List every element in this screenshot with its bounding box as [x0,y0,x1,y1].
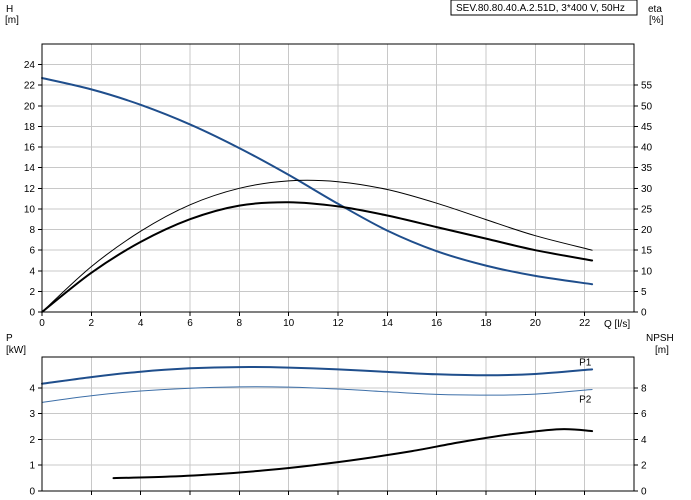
y-right-tick-label: 6 [641,409,647,420]
y-right-tick-label: 20 [641,225,653,236]
y-right-tick-label: 55 [641,81,653,92]
x-tick-label: 2 [89,318,95,329]
y-axis-unit-eta: [%] [649,15,664,26]
y-right-tick-label: 4 [641,435,647,446]
power-legend: P1 P2 [579,357,592,405]
x-tick-label: 18 [480,318,492,329]
x-tick-label: 8 [237,318,243,329]
y-right-tick-label: 15 [641,246,653,257]
head-efficiency-grid [42,44,634,312]
x-tick-label: 4 [138,318,144,329]
x-axis-label-flow: Q [l/s] [604,319,630,330]
x-tick-label: 22 [579,318,591,329]
y-axis-label-npsh: NPSH [646,333,674,344]
pump-performance-chart: 0246810121416182022240510152025303540455… [5,0,674,498]
head-efficiency-panel: 0246810121416182022240510152025303540455… [5,0,664,330]
series-line-2 [41,179,593,313]
y-left-tick-label: 20 [24,101,36,112]
y-right-tick-label: 0 [641,308,647,319]
head-efficiency-series [41,77,594,313]
x-tick-label: 6 [187,318,193,329]
x-tick-label: 10 [283,318,295,329]
y-right-tick-label: 0 [641,487,647,498]
x-tick-label: 14 [382,318,394,329]
y-right-tick-label: 40 [641,143,653,154]
y-left-tick-label: 22 [24,81,36,92]
y-axis-unit-power: [kW] [6,345,26,356]
legend-label-p1: P1 [579,357,592,368]
y-right-tick-label: 35 [641,163,653,174]
chart-title: SEV.80.80.40.A.2.51D, 3*400 V, 50Hz [456,3,625,14]
power-npsh-grid [42,357,634,491]
y-left-tick-label: 18 [24,122,36,133]
y-left-tick-label: 0 [29,308,35,319]
y-right-tick-label: 5 [641,287,647,298]
y-left-tick-label: 12 [24,184,36,195]
y-left-tick-label: 24 [24,60,36,71]
y-right-tick-label: 25 [641,204,653,215]
x-tick-label: 16 [431,318,443,329]
y-left-tick-label: 1 [29,461,35,472]
power-npsh-series [41,366,594,480]
series-line-3 [41,201,594,313]
x-tick-label: 20 [530,318,542,329]
y-right-tick-label: 2 [641,461,647,472]
y-right-tick-label: 8 [641,383,647,394]
x-tick-label: 0 [39,318,45,329]
series-line-1 [41,77,594,286]
x-tick-label: 12 [332,318,344,329]
y-right-tick-label: 45 [641,122,653,133]
power-npsh-panel: 0 1 2 3 4 0 2 4 6 8 P [kW] NPSH [m] P1 P2 [6,333,674,498]
legend-label-p2: P2 [579,394,592,405]
y-right-tick-label: 10 [641,266,653,277]
y-left-tick-label: 2 [29,435,35,446]
series-line-p1 [41,366,594,385]
series-line-p2 [41,386,593,403]
y-left-tick-label: 8 [29,225,35,236]
y-left-tick-label: 4 [29,383,35,394]
y-left-tick-label: 3 [29,409,35,420]
y-left-tick-label: 2 [29,287,35,298]
y-axis-unit-npsh: [m] [655,345,669,356]
y-left-tick-label: 10 [24,204,36,215]
y-axis-label-power: P [6,333,13,344]
y-right-tick-label: 30 [641,184,653,195]
y-axis-label-eta: eta [648,4,662,15]
y-left-tick-label: 6 [29,246,35,257]
y-left-tick-label: 4 [29,266,35,277]
y-axis-label-head: H [6,4,13,15]
y-axis-unit-head: [m] [5,15,19,26]
y-left-tick-label: 0 [29,487,35,498]
y-left-tick-label: 16 [24,143,36,154]
y-left-tick-label: 14 [24,163,36,174]
y-right-tick-label: 50 [641,101,653,112]
series-line-3 [112,428,594,480]
